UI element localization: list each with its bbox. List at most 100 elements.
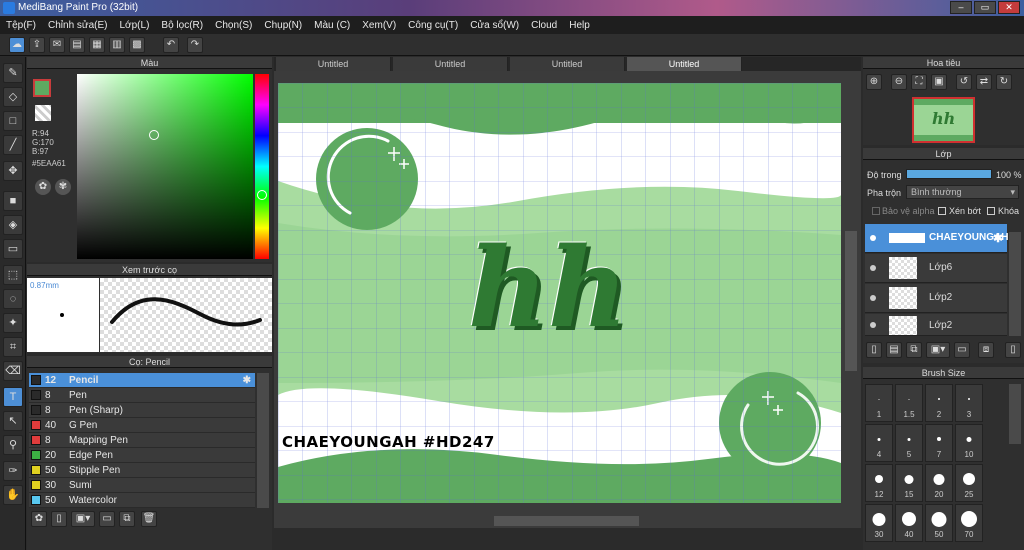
close-button[interactable]: ✕: [998, 1, 1020, 14]
menu-tools[interactable]: Công cụ(T): [402, 20, 464, 31]
dropper-tool-icon[interactable]: ✑: [3, 461, 23, 481]
hand-tool-icon[interactable]: ✋: [3, 485, 23, 505]
visibility-icon[interactable]: [870, 235, 876, 241]
menu-window[interactable]: Cửa sổ(W): [464, 20, 525, 31]
visibility-icon[interactable]: [870, 295, 876, 301]
tab-untitled[interactable]: Untitled: [510, 57, 625, 71]
new-brush-icon[interactable]: ▯: [51, 511, 67, 527]
brush-item[interactable]: 12 Pencil ✱: [29, 373, 255, 388]
brush-size-scrollbar[interactable]: [1009, 384, 1021, 444]
menu-color[interactable]: Màu (C): [308, 20, 356, 31]
rotate-right-icon[interactable]: ↻: [996, 74, 1012, 90]
brush-size-cell[interactable]: 40: [895, 504, 923, 542]
maximize-button[interactable]: ▭: [974, 1, 996, 14]
menu-layer[interactable]: Lớp(L): [114, 20, 156, 31]
menu-snap[interactable]: Chụp(N): [258, 20, 308, 31]
line-tool-icon[interactable]: ╱: [3, 135, 23, 155]
add-brush-icon[interactable]: ✿: [31, 511, 47, 527]
duplicate-brush-icon[interactable]: ⧉: [119, 511, 135, 527]
brush-size-cell[interactable]: 20: [925, 464, 953, 502]
brush-size-cell[interactable]: 12: [865, 464, 893, 502]
tab-untitled[interactable]: Untitled: [276, 57, 391, 71]
brush-item[interactable]: 8 Mapping Pen: [29, 433, 255, 448]
brush-size-cell[interactable]: 5: [895, 424, 923, 462]
brush-item[interactable]: 50 Stipple Pen: [29, 463, 255, 478]
secondary-color-swatch[interactable]: [35, 105, 51, 121]
lasso-tool-icon[interactable]: ◌: [3, 289, 23, 309]
undo-icon[interactable]: ↶: [163, 37, 179, 53]
brush-tool-icon[interactable]: ✎: [3, 63, 23, 83]
eyedropper-tool-icon[interactable]: ⚲: [3, 435, 23, 455]
brush-size-cell[interactable]: 1.5: [895, 384, 923, 422]
eraser-tool-icon[interactable]: ◇: [3, 87, 23, 107]
merge-layer-icon[interactable]: ⧈: [978, 342, 994, 358]
minimize-button[interactable]: –: [950, 1, 972, 14]
text-tool-icon[interactable]: T: [3, 387, 23, 407]
apps-icon[interactable]: ▩: [129, 37, 145, 53]
tab-untitled-active[interactable]: Untitled: [627, 57, 742, 71]
move-tool-icon[interactable]: ✥: [3, 161, 23, 181]
layer-folder-icon[interactable]: ▭: [954, 342, 970, 358]
gear-icon[interactable]: ✱: [993, 231, 1003, 245]
delete-layer-icon[interactable]: ▯: [1005, 342, 1021, 358]
navigator-thumbnail[interactable]: hh: [912, 97, 975, 143]
select-eraser-tool-icon[interactable]: ⌫: [3, 361, 23, 381]
redo-icon[interactable]: ↷: [187, 37, 203, 53]
menu-edit[interactable]: Chỉnh sửa(E): [42, 20, 114, 31]
duplicate-layer-icon[interactable]: ⧉: [906, 342, 922, 358]
opacity-slider[interactable]: [906, 169, 992, 179]
gradient-tool-icon[interactable]: ▭: [3, 239, 23, 259]
share-icon[interactable]: ⇪: [29, 37, 45, 53]
brush-item[interactable]: 20 Edge Pen: [29, 448, 255, 463]
fit-icon[interactable]: ⛶: [911, 74, 927, 90]
menu-file[interactable]: Tệp(F): [0, 20, 42, 31]
hue-slider[interactable]: [255, 74, 269, 259]
protect-alpha-checkbox[interactable]: [872, 207, 880, 215]
brush-size-cell[interactable]: 4: [865, 424, 893, 462]
brush-size-cell[interactable]: 1: [865, 384, 893, 422]
current-color-swatch[interactable]: [33, 79, 51, 97]
brush-size-cell[interactable]: 25: [955, 464, 983, 502]
bucket-tool-icon[interactable]: ◈: [3, 215, 23, 235]
layer-row[interactable]: Lớp2: [865, 284, 1007, 313]
visibility-icon[interactable]: [870, 322, 876, 328]
tab-untitled[interactable]: Untitled: [393, 57, 508, 71]
brush-size-cell[interactable]: 7: [925, 424, 953, 462]
layer-row[interactable]: CHAEYOUNGAH ✱: [865, 224, 1008, 253]
saturation-value-picker[interactable]: [77, 74, 253, 259]
zoom-in-icon[interactable]: ⊕: [866, 74, 882, 90]
fill-rect-tool-icon[interactable]: ■: [3, 191, 23, 211]
brush-item[interactable]: 8 Pen: [29, 388, 255, 403]
menu-filter[interactable]: Bộ lọc(R): [155, 20, 209, 31]
select-rect-tool-icon[interactable]: ⬚: [3, 265, 23, 285]
magic-wand-tool-icon[interactable]: ✦: [3, 313, 23, 333]
brush-size-cell[interactable]: 30: [865, 504, 893, 542]
gear-icon[interactable]: ✱: [243, 373, 251, 388]
brush-list-scrollbar[interactable]: [257, 373, 269, 508]
new-halftone-layer-icon[interactable]: ▤: [886, 342, 902, 358]
menu-cloud[interactable]: Cloud: [525, 20, 563, 31]
layer-row[interactable]: Lớp2: [865, 314, 1007, 336]
color-picker-handle[interactable]: [149, 130, 159, 140]
menu-select[interactable]: Chọn(S): [209, 20, 258, 31]
brush-size-cell[interactable]: 15: [895, 464, 923, 502]
brush-size-cell[interactable]: 3: [955, 384, 983, 422]
drawing-canvas[interactable]: hh CHAEYOUNGAH #HD247: [278, 83, 841, 503]
brush-item[interactable]: 8 Pen (Sharp): [29, 403, 255, 418]
operation-tool-icon[interactable]: ↖: [3, 411, 23, 431]
brush-size-cell[interactable]: 70: [955, 504, 983, 542]
layers-scrollbar[interactable]: [1009, 232, 1021, 336]
brush-size-cell[interactable]: 10: [955, 424, 983, 462]
grid-icon[interactable]: ▥: [109, 37, 125, 53]
flip-icon[interactable]: ⇄: [976, 74, 992, 90]
brush-item[interactable]: 40 G Pen: [29, 418, 255, 433]
lock-checkbox[interactable]: [987, 207, 995, 215]
brush-size-cell[interactable]: 2: [925, 384, 953, 422]
hue-slider-handle[interactable]: [257, 190, 267, 200]
select-pen-tool-icon[interactable]: ⌗: [3, 337, 23, 357]
cloud-icon[interactable]: ☁: [9, 37, 25, 53]
actual-size-icon[interactable]: ▣: [931, 74, 947, 90]
brush-size-cell[interactable]: 50: [925, 504, 953, 542]
rotate-left-icon[interactable]: ↺: [956, 74, 972, 90]
clipping-checkbox[interactable]: [938, 207, 946, 215]
